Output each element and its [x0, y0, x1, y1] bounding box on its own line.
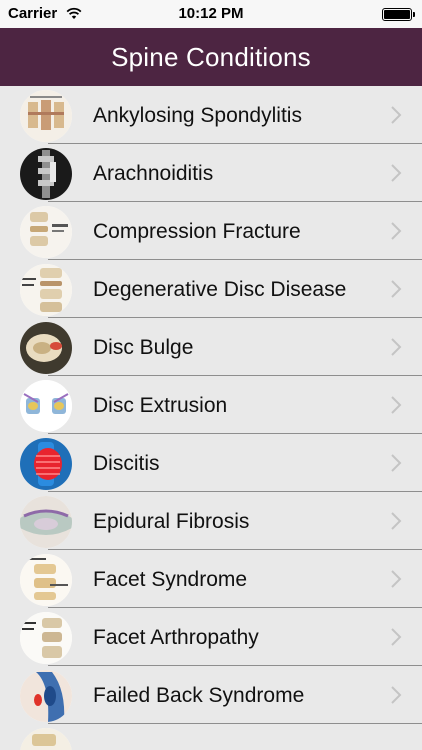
- epidural-fibrosis-thumbnail: [20, 496, 72, 548]
- clock-time: 10:12 PM: [178, 5, 244, 22]
- list-item-label: Discitis: [93, 452, 160, 475]
- battery-icon: [382, 8, 415, 21]
- chevron-right-icon: [391, 454, 402, 472]
- navigation-bar: Spine Conditions: [0, 28, 422, 86]
- list-item-label: Disc Bulge: [93, 336, 194, 359]
- list-item-label: Epidural Fibrosis: [93, 510, 250, 533]
- chevron-right-icon: [391, 396, 402, 414]
- list-item-partial[interactable]: [0, 724, 422, 750]
- page-title: Spine Conditions: [111, 41, 311, 72]
- list-item-disc-extrusion[interactable]: Disc Extrusion: [0, 376, 422, 434]
- chevron-right-icon: [391, 512, 402, 530]
- chevron-right-icon: [391, 570, 402, 588]
- chevron-right-icon: [391, 686, 402, 704]
- list-item-label: Degenerative Disc Disease: [93, 278, 347, 301]
- conditions-list[interactable]: Ankylosing Spondylitis Arachnoiditis Com…: [0, 86, 422, 750]
- ankylosing-spondylitis-thumbnail: [20, 90, 72, 142]
- partial-item-thumbnail: [20, 728, 72, 750]
- compression-fracture-thumbnail: [20, 206, 72, 258]
- chevron-right-icon: [391, 338, 402, 356]
- chevron-right-icon: [391, 222, 402, 240]
- list-item-epidural-fibrosis[interactable]: Epidural Fibrosis: [0, 492, 422, 550]
- list-item-discitis[interactable]: Discitis: [0, 434, 422, 492]
- status-bar: Carrier 10:12 PM: [0, 0, 422, 28]
- list-item-arachnoiditis[interactable]: Arachnoiditis: [0, 144, 422, 202]
- failed-back-syndrome-thumbnail: [20, 670, 72, 722]
- list-item-ankylosing-spondylitis[interactable]: Ankylosing Spondylitis: [0, 86, 422, 144]
- facet-syndrome-thumbnail: [20, 554, 72, 606]
- disc-bulge-thumbnail: [20, 322, 72, 374]
- list-item-label: Failed Back Syndrome: [93, 684, 305, 707]
- list-item-label: Compression Fracture: [93, 220, 301, 243]
- list-item-label: Ankylosing Spondylitis: [93, 104, 302, 127]
- chevron-right-icon: [391, 628, 402, 646]
- chevron-right-icon: [391, 164, 402, 182]
- list-item-label: Facet Arthropathy: [93, 626, 259, 649]
- list-item-degenerative-disc-disease[interactable]: Degenerative Disc Disease: [0, 260, 422, 318]
- list-item-compression-fracture[interactable]: Compression Fracture: [0, 202, 422, 260]
- arachnoiditis-thumbnail: [20, 148, 72, 200]
- list-item-disc-bulge[interactable]: Disc Bulge: [0, 318, 422, 376]
- list-item-label: Disc Extrusion: [93, 394, 228, 417]
- disc-extrusion-thumbnail: [20, 380, 72, 432]
- facet-arthropathy-thumbnail: [20, 612, 72, 664]
- list-item-facet-arthropathy[interactable]: Facet Arthropathy: [0, 608, 422, 666]
- chevron-right-icon: [391, 280, 402, 298]
- list-item-facet-syndrome[interactable]: Facet Syndrome: [0, 550, 422, 608]
- list-item-label: Arachnoiditis: [93, 162, 214, 185]
- discitis-thumbnail: [20, 438, 72, 490]
- chevron-right-icon: [391, 106, 402, 124]
- list-item-label: Facet Syndrome: [93, 568, 248, 591]
- list-item-failed-back-syndrome[interactable]: Failed Back Syndrome: [0, 666, 422, 724]
- degenerative-disc-disease-thumbnail: [20, 264, 72, 316]
